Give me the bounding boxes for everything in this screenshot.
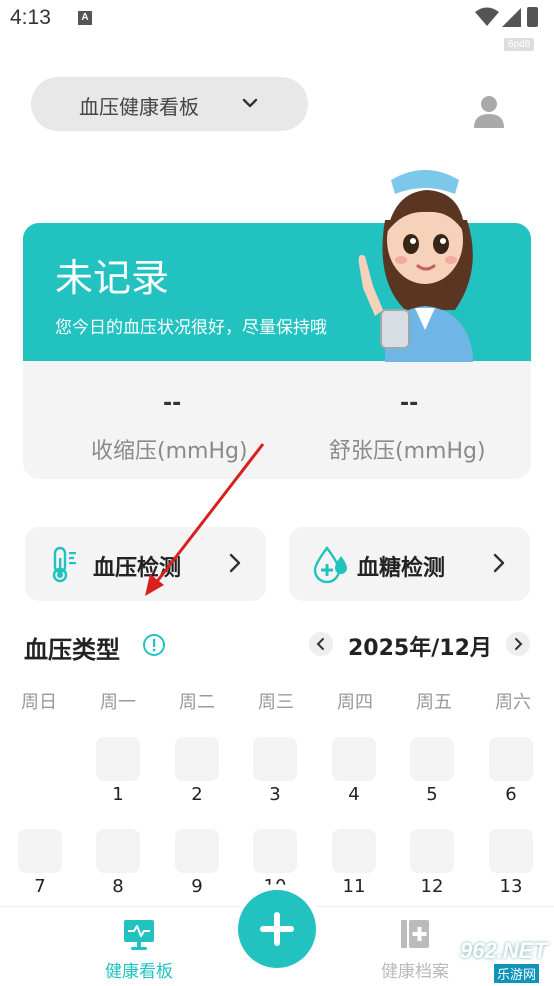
diastolic-label: 舒张压(mmHg) [329,439,486,464]
thermometer-icon [52,546,76,583]
site-watermark: 962.NET 乐游网 [434,934,554,984]
calendar-day-cell[interactable] [489,737,533,781]
weekday-label: 周二 [179,692,215,713]
board-selector-label: 血压健康看板 [79,95,199,119]
calendar-day-cell[interactable] [253,737,297,781]
calendar-day-number: 2 [191,784,203,805]
calendar-day-cell[interactable] [18,829,62,873]
info-icon[interactable] [142,633,166,657]
prev-month-button[interactable] [309,632,333,656]
status-bar: 4:13 A 6pd8 [0,0,554,51]
chevron-right-icon [515,638,523,650]
nav-dashboard[interactable]: 健康看板 [79,907,199,986]
weekday-label: 周四 [337,692,373,713]
wifi-icon [475,7,499,26]
calendar-day-number: 13 [499,876,523,897]
board-selector[interactable]: 血压健康看板 [31,77,308,131]
month-label: 2025年/12月 [348,636,492,661]
nav-dashboard-label: 健康看板 [105,962,173,982]
calendar-day-number: 3 [269,784,281,805]
calendar-day-cell[interactable] [410,829,454,873]
watermark-code: 6pd8 [504,38,535,51]
calendar-day-number: 4 [348,784,360,805]
chevron-right-icon [229,553,241,573]
glucose-detect-button[interactable]: 血糖检测 [289,527,530,601]
calendar-day-number: 6 [505,784,517,805]
chevron-right-icon [493,553,505,573]
calendar-day-number: 11 [342,876,366,897]
calendar-day-cell[interactable] [332,829,376,873]
calendar-day-cell[interactable] [489,829,533,873]
bp-detect-label: 血压检测 [93,556,182,581]
notification-icon: A [78,11,92,25]
weekday-label: 周六 [495,692,531,713]
monitor-icon [124,920,154,950]
diastolic-value: -- [400,391,419,416]
signal-icon [502,8,521,27]
calendar-day-cell[interactable] [175,829,219,873]
weekday-label: 周三 [258,692,294,713]
chevron-down-icon [242,98,258,108]
systolic-label: 收缩压(mmHg) [91,439,248,464]
chevron-left-icon [316,638,324,650]
status-message: 您今日的血压状况很好，尽量保持哦 [55,318,327,338]
section-title: 血压类型 [24,636,120,664]
site-watermark-sub: 乐游网 [494,964,540,983]
calendar-day-number: 8 [112,876,124,897]
site-watermark-text: 962.NET [460,938,547,963]
weekday-label: 周五 [416,692,452,713]
bp-detect-button[interactable]: 血压检测 [25,527,266,601]
glucose-detect-label: 血糖检测 [357,556,446,581]
calendar-day-cell[interactable] [332,737,376,781]
weekday-label: 周日 [21,692,57,713]
calendar-day-cell[interactable] [410,737,454,781]
calendar-day-number: 12 [420,876,444,897]
calendar-day-cell[interactable] [96,737,140,781]
status-time: 4:13 [10,6,51,29]
calendar-day-cell[interactable] [96,829,140,873]
nurse-illustration [358,170,473,362]
calendar-day-cell[interactable] [175,737,219,781]
avatar-icon[interactable] [470,92,508,130]
calendar-day-cell[interactable] [253,829,297,873]
calendar-day-number: 9 [191,876,203,897]
systolic-value: -- [163,391,182,416]
next-month-button[interactable] [506,632,530,656]
battery-icon [527,7,538,27]
weekday-label: 周一 [100,692,136,713]
calendar-day-number: 7 [34,876,46,897]
status-title: 未记录 [55,256,170,300]
medical-record-icon [401,920,429,948]
add-record-button[interactable] [238,890,316,968]
blood-drop-icon [313,545,347,584]
calendar-day-number: 5 [426,784,438,805]
calendar-day-number: 1 [112,784,124,805]
